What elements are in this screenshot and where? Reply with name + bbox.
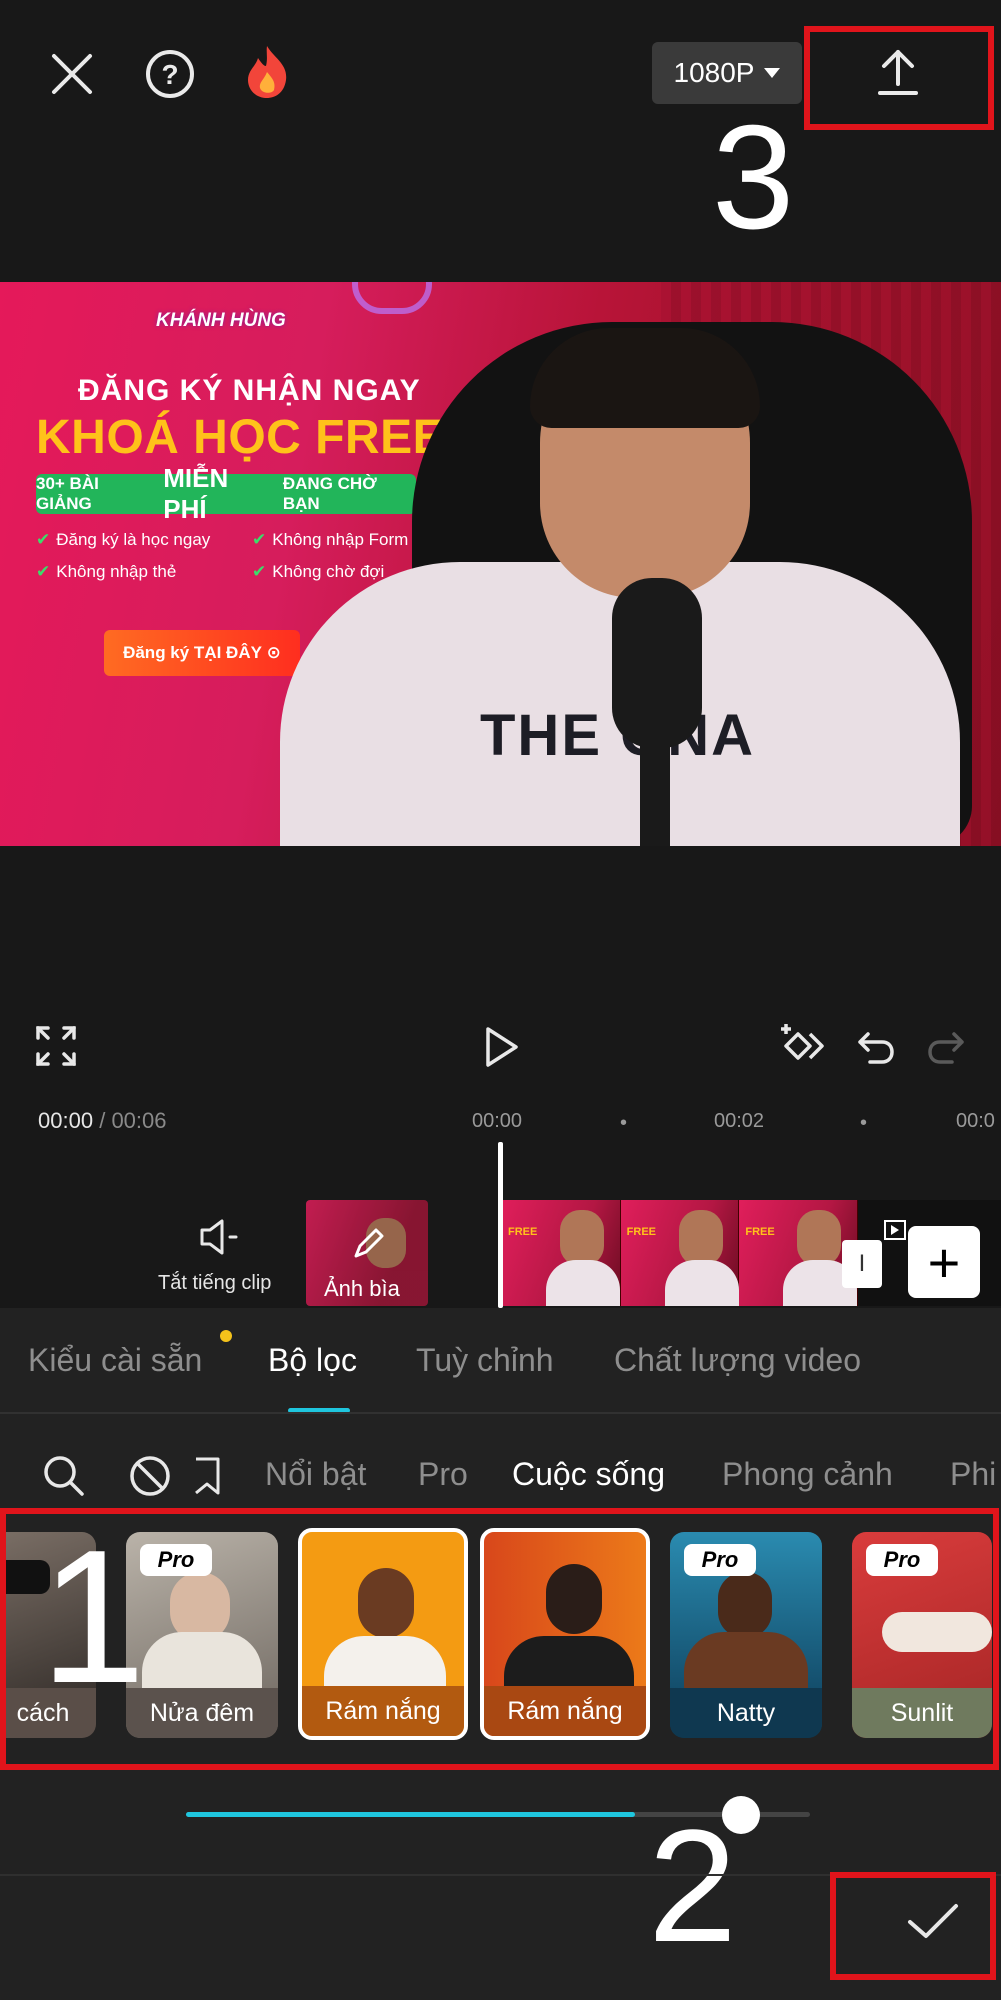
check-text: Không nhập Form: [272, 530, 409, 549]
clip-frame: FREE: [739, 1200, 858, 1306]
no-filter-icon[interactable]: [128, 1454, 172, 1498]
ruler-dot: •: [620, 1112, 628, 1134]
undo-icon[interactable]: [856, 1030, 896, 1066]
bookmark-icon[interactable]: [192, 1456, 222, 1496]
ruler-tick: 00:00: [472, 1110, 523, 1132]
microphone: [612, 578, 702, 748]
clip-frame: FREE: [502, 1200, 621, 1306]
caret-down-icon: [764, 68, 781, 78]
play-icon[interactable]: [484, 1026, 520, 1068]
check-icon: ✔: [252, 530, 267, 549]
confirm-check-icon[interactable]: [906, 1902, 960, 1942]
cover-label: Ảnh bìa: [324, 1276, 400, 1301]
ad-check-item: ✔ Đăng ký là học ngay: [36, 530, 210, 550]
time-readout: 00:00 / 00:06: [38, 1108, 167, 1134]
academy-logo: KHÁNH HÙNG: [156, 310, 286, 331]
category-featured[interactable]: Nổi bật: [265, 1456, 366, 1493]
ad-pill: 30+ BÀI GIẢNG MIỄN PHÍ ĐANG CHỜ BẠN: [36, 463, 416, 524]
tab-video-quality[interactable]: Chất lượng video: [614, 1342, 861, 1379]
ruler-dot: •: [860, 1112, 868, 1134]
check-icon: ✔: [36, 530, 51, 549]
pill-text-pre: 30+ BÀI GIẢNG: [36, 474, 99, 513]
check-icon: ✔: [252, 562, 267, 581]
frame-text: FREE: [745, 1226, 775, 1238]
step-1-annotation: 1: [40, 1511, 146, 1723]
frame-head: [560, 1210, 604, 1266]
category-pro[interactable]: Pro: [418, 1456, 468, 1493]
check-icon: ✔: [36, 562, 51, 581]
fullscreen-icon[interactable]: [36, 1026, 76, 1066]
tab-filters[interactable]: Bộ lọc: [268, 1342, 357, 1379]
frame-text: FREE: [626, 1226, 657, 1238]
resolution-label: 1080P: [673, 57, 755, 88]
ad-headline: ĐĂNG KÝ NHẬN NGAY: [78, 374, 421, 407]
clip-frame: FREE: [620, 1200, 740, 1306]
intensity-slider-fill: [186, 1812, 636, 1817]
svg-text:?: ?: [161, 59, 178, 90]
help-icon[interactable]: ?: [144, 48, 196, 100]
export-icon[interactable]: [876, 48, 920, 96]
total-time: 00:06: [111, 1108, 167, 1133]
search-icon[interactable]: [42, 1454, 86, 1498]
pill-text-big: MIỄN PHÍ: [163, 463, 229, 524]
new-indicator-dot: [220, 1330, 232, 1342]
ad-check-item: ✔ Không nhập thẻ: [36, 562, 176, 582]
clip-end-marker-icon: [884, 1220, 906, 1240]
frame-head: [678, 1210, 723, 1266]
edit-cover-icon: [354, 1228, 384, 1258]
check-text: Không chờ đợi: [272, 562, 385, 581]
frame-body: [664, 1260, 739, 1306]
current-time: 00:00: [38, 1108, 94, 1133]
frame-body: [546, 1260, 620, 1306]
mute-clip-icon[interactable]: [198, 1218, 240, 1256]
ad-cta-button: Đăng ký TẠI ĐÂY ⊙: [104, 630, 300, 676]
ad-check-item: ✔ Không chờ đợi: [252, 562, 384, 582]
ad-headline-large: KHOÁ HỌC FREE: [36, 411, 446, 464]
person-hair: [530, 328, 760, 428]
playhead[interactable]: [498, 1142, 503, 1308]
redo-icon[interactable]: [926, 1030, 966, 1066]
fire-icon[interactable]: [244, 44, 290, 100]
add-clip-button[interactable]: +: [908, 1226, 980, 1298]
category-life[interactable]: Cuộc sống: [512, 1456, 665, 1493]
step-2-annotation: 2: [648, 1796, 737, 1975]
frame-head: [797, 1210, 842, 1266]
check-text: Không nhập thẻ: [56, 562, 177, 581]
video-clip-track[interactable]: FREE FREE FREE: [502, 1200, 858, 1306]
tab-presets[interactable]: Kiểu cài sẵn: [28, 1342, 202, 1379]
tab-divider: [0, 1412, 1001, 1414]
ruler-tick: 00:0: [956, 1110, 995, 1132]
cta-label: Đăng ký TẠI ĐÂY: [123, 643, 262, 662]
transition-button[interactable]: I: [842, 1240, 882, 1288]
check-text: Đăng ký là học ngay: [56, 530, 211, 549]
category-landscape[interactable]: Phong cảnh: [722, 1456, 893, 1493]
tab-adjust[interactable]: Tuỳ chỉnh: [416, 1342, 554, 1379]
pill-text-post: ĐANG CHỜ BẠN: [282, 474, 377, 513]
time-separator: /: [99, 1108, 106, 1133]
keyframe-icon[interactable]: [778, 1022, 828, 1068]
step-3-annotation: 3: [712, 95, 795, 260]
top-bar: ? 1080P 3: [0, 0, 1001, 282]
close-icon[interactable]: [50, 52, 94, 96]
category-next[interactable]: Phi: [950, 1456, 996, 1493]
ad-check-item: ✔ Không nhập Form: [252, 530, 408, 550]
mute-clip-label[interactable]: Tắt tiếng clip: [158, 1272, 271, 1295]
frame-text: FREE: [508, 1226, 538, 1238]
neon-ring: [352, 282, 432, 314]
filter-highlight-box: [0, 1508, 999, 1770]
video-preview[interactable]: KHÁNH HÙNG ĐĂNG KÝ NHẬN NGAY KHOÁ HỌC FR…: [0, 282, 1001, 846]
ruler-tick: 00:02: [714, 1110, 765, 1132]
mic-stand: [640, 742, 670, 846]
